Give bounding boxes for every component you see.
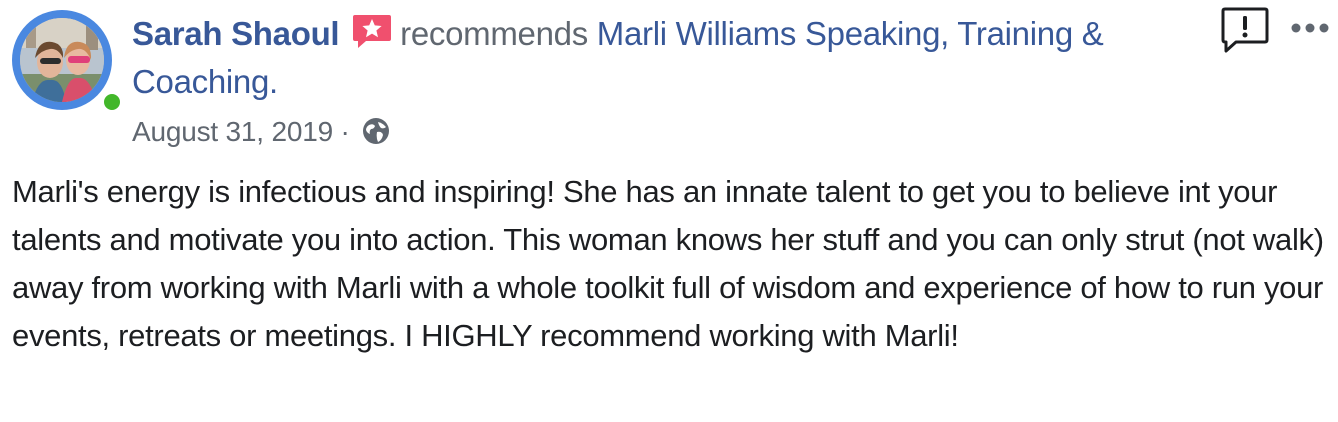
- author-name-link[interactable]: Sarah Shaoul: [132, 15, 340, 52]
- avatar-photo[interactable]: [20, 18, 104, 102]
- report-exclamation-icon[interactable]: [1220, 6, 1270, 56]
- meta-separator: ·: [340, 116, 350, 147]
- author-avatar[interactable]: [12, 10, 124, 114]
- recommends-label: recommends: [400, 15, 588, 52]
- review-text: Marli's energy is infectious and inspiri…: [12, 174, 1324, 353]
- more-options-icon[interactable]: [1288, 12, 1332, 44]
- recommendation-post: Sarah Shaoul recommends Marli Williams S…: [0, 0, 1338, 422]
- avatar-image: [20, 18, 104, 102]
- online-status-indicator: [100, 90, 124, 114]
- post-header: Sarah Shaoul recommends Marli Williams S…: [132, 10, 1152, 106]
- post-meta: August 31, 2019 ·: [132, 112, 391, 152]
- recommendation-star-icon: [353, 15, 392, 48]
- globe-icon[interactable]: [361, 116, 391, 146]
- post-date-link[interactable]: August 31, 2019: [132, 116, 333, 147]
